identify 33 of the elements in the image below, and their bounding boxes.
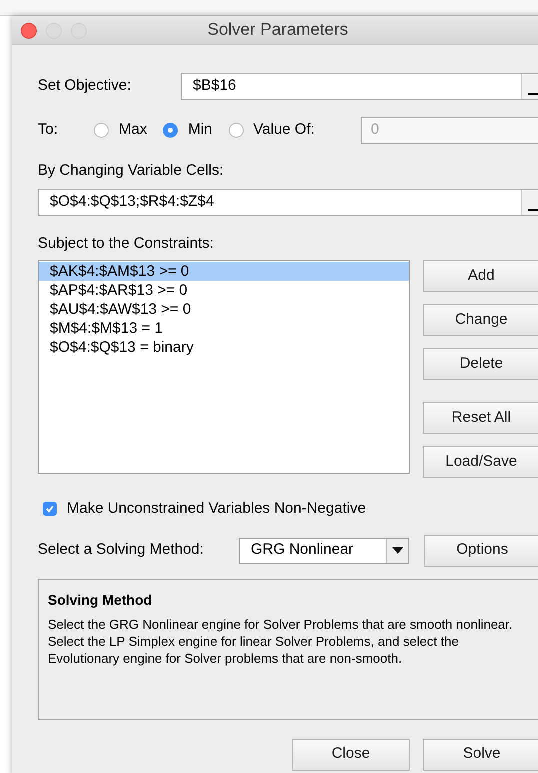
constraint-action-button[interactable]: Change (423, 304, 538, 336)
dropdown-caret-icon (386, 538, 408, 562)
radio-option[interactable]: Min (163, 119, 213, 142)
window-title: Solver Parameters (208, 19, 348, 42)
field-picker-icon[interactable] (521, 74, 538, 99)
radio-option[interactable]: Max (94, 119, 148, 142)
to-label: To: (38, 120, 60, 140)
method-dropdown[interactable]: GRG Nonlinear (239, 538, 409, 564)
field-picker-icon[interactable] (521, 190, 538, 214)
dialog-button[interactable]: Solve (423, 738, 538, 770)
description-title: Solving Method (48, 590, 154, 610)
options-button[interactable]: Options (424, 534, 538, 566)
nonnegative-checkbox[interactable]: Make Unconstrained Variables Non-Negative (38, 498, 538, 520)
constraint-item[interactable]: $AU$4:$AW$13 >= 0 (39, 300, 409, 319)
dialog-button[interactable]: Close (292, 738, 410, 770)
constraint-action-button[interactable]: Add (423, 260, 538, 292)
description-text: Select the GRG Nonlinear engine for Solver Problems that are smooth nonlinear. Select the LP Simplex engine for linear Solver Problems, and select the Evolutionary engine for Solver problems that are non-smooth. (48, 616, 514, 666)
objective-label: Set Objective: (38, 76, 132, 96)
constraint-item[interactable]: $O$4:$Q$13 = binary (39, 338, 409, 357)
constraint-item[interactable]: $AP$4:$AR$13 >= 0 (39, 281, 409, 300)
constraint-item[interactable]: $AK$4:$AM$13 >= 0 (39, 262, 409, 281)
method-label: Select a Solving Method: (38, 540, 205, 560)
constraints-label: Subject to the Constraints: (38, 234, 215, 254)
radio-option[interactable]: Value Of: (228, 119, 315, 142)
checkmark-icon (45, 504, 55, 514)
constraint-action-button[interactable]: Delete (423, 348, 538, 380)
constraint-item[interactable]: $M$4:$M$13 = 1 (39, 319, 409, 338)
changing-cells-field[interactable]: $O$4:$Q$13;$R$4:$Z$4 (38, 188, 538, 216)
changing-cells-label: By Changing Variable Cells: (38, 161, 225, 181)
constraint-action-button[interactable]: Load/Save (423, 446, 538, 478)
constraint-action-button[interactable]: Reset All (423, 402, 538, 434)
objective-field[interactable]: $B$16 (181, 73, 538, 100)
close-window-icon[interactable] (21, 23, 37, 39)
